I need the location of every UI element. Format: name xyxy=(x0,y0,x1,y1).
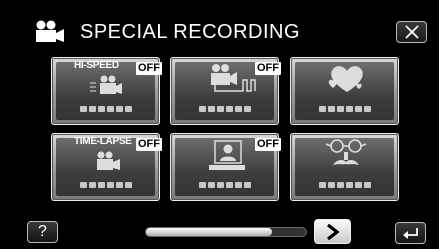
footer-bar: ? xyxy=(0,210,439,249)
help-label: ? xyxy=(38,223,47,240)
scroll-bar[interactable] xyxy=(145,227,307,237)
setting-indicator xyxy=(291,175,398,193)
tile-interval[interactable]: OFF xyxy=(170,57,281,125)
tile-hearts-effect[interactable] xyxy=(290,57,399,125)
off-badge: OFF xyxy=(255,138,281,151)
off-badge: OFF xyxy=(136,62,162,75)
page-title: SPECIAL RECORDING xyxy=(80,21,301,43)
time-lapse-camera-icon xyxy=(97,151,120,170)
tile-label: TIME-LAPSE xyxy=(74,136,132,147)
setting-indicator xyxy=(291,99,398,117)
off-badge: OFF xyxy=(136,138,162,151)
setting-indicator xyxy=(52,175,159,193)
close-icon xyxy=(405,25,419,39)
scroll-thumb[interactable] xyxy=(146,228,273,236)
help-button[interactable]: ? xyxy=(27,221,58,243)
tile-hi-speed[interactable]: HI-SPEED OFF xyxy=(51,57,162,125)
tile-self-portrait[interactable]: OFF xyxy=(170,133,281,201)
setting-indicator xyxy=(171,175,278,193)
setting-indicator xyxy=(52,99,159,117)
return-button[interactable] xyxy=(395,222,426,244)
tile-glasses-mustache-effect[interactable] xyxy=(290,133,399,201)
hearts-effect-icon xyxy=(328,66,363,92)
tile-label: HI-SPEED xyxy=(74,60,119,71)
off-badge: OFF xyxy=(255,62,281,75)
self-portrait-icon xyxy=(209,140,245,170)
glasses-mustache-effect-icon xyxy=(325,139,367,165)
next-page-button[interactable] xyxy=(314,219,351,244)
interval-camera-icon xyxy=(211,64,256,92)
high-speed-camera-icon xyxy=(90,75,122,94)
title-bar: SPECIAL RECORDING xyxy=(0,0,439,46)
setting-indicator xyxy=(171,99,278,117)
video-camera-icon xyxy=(36,20,64,42)
return-icon xyxy=(403,228,418,239)
tile-time-lapse[interactable]: TIME-LAPSE OFF xyxy=(51,133,162,201)
chevron-right-icon xyxy=(327,223,340,241)
close-button[interactable] xyxy=(396,21,427,43)
